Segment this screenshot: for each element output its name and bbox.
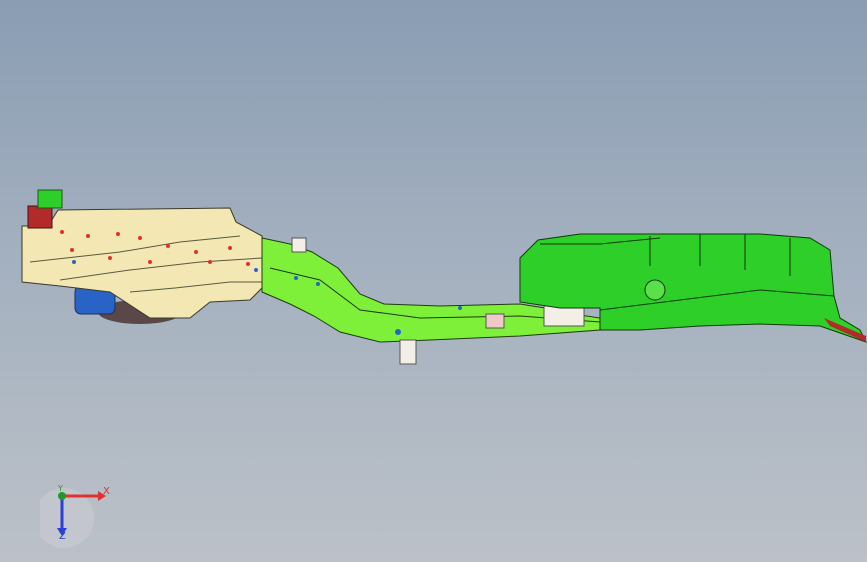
y-axis-dot [58, 492, 66, 500]
center-top-post [291, 237, 307, 253]
y-axis-label: Y [58, 484, 63, 493]
center-plate [543, 305, 585, 327]
center-pink-patch [485, 313, 505, 329]
x-axis-label: X [103, 486, 110, 497]
front-green-tab [37, 189, 63, 209]
chassis-frame-model[interactable] [0, 0, 867, 562]
z-axis-label: Z [59, 531, 66, 542]
rear-spring-mount [644, 279, 666, 301]
graphics-viewport[interactable]: X Y Z [0, 0, 867, 562]
center-mount-post [399, 339, 417, 365]
front-red-bracket [27, 205, 53, 229]
front-frame-section [21, 207, 269, 319]
